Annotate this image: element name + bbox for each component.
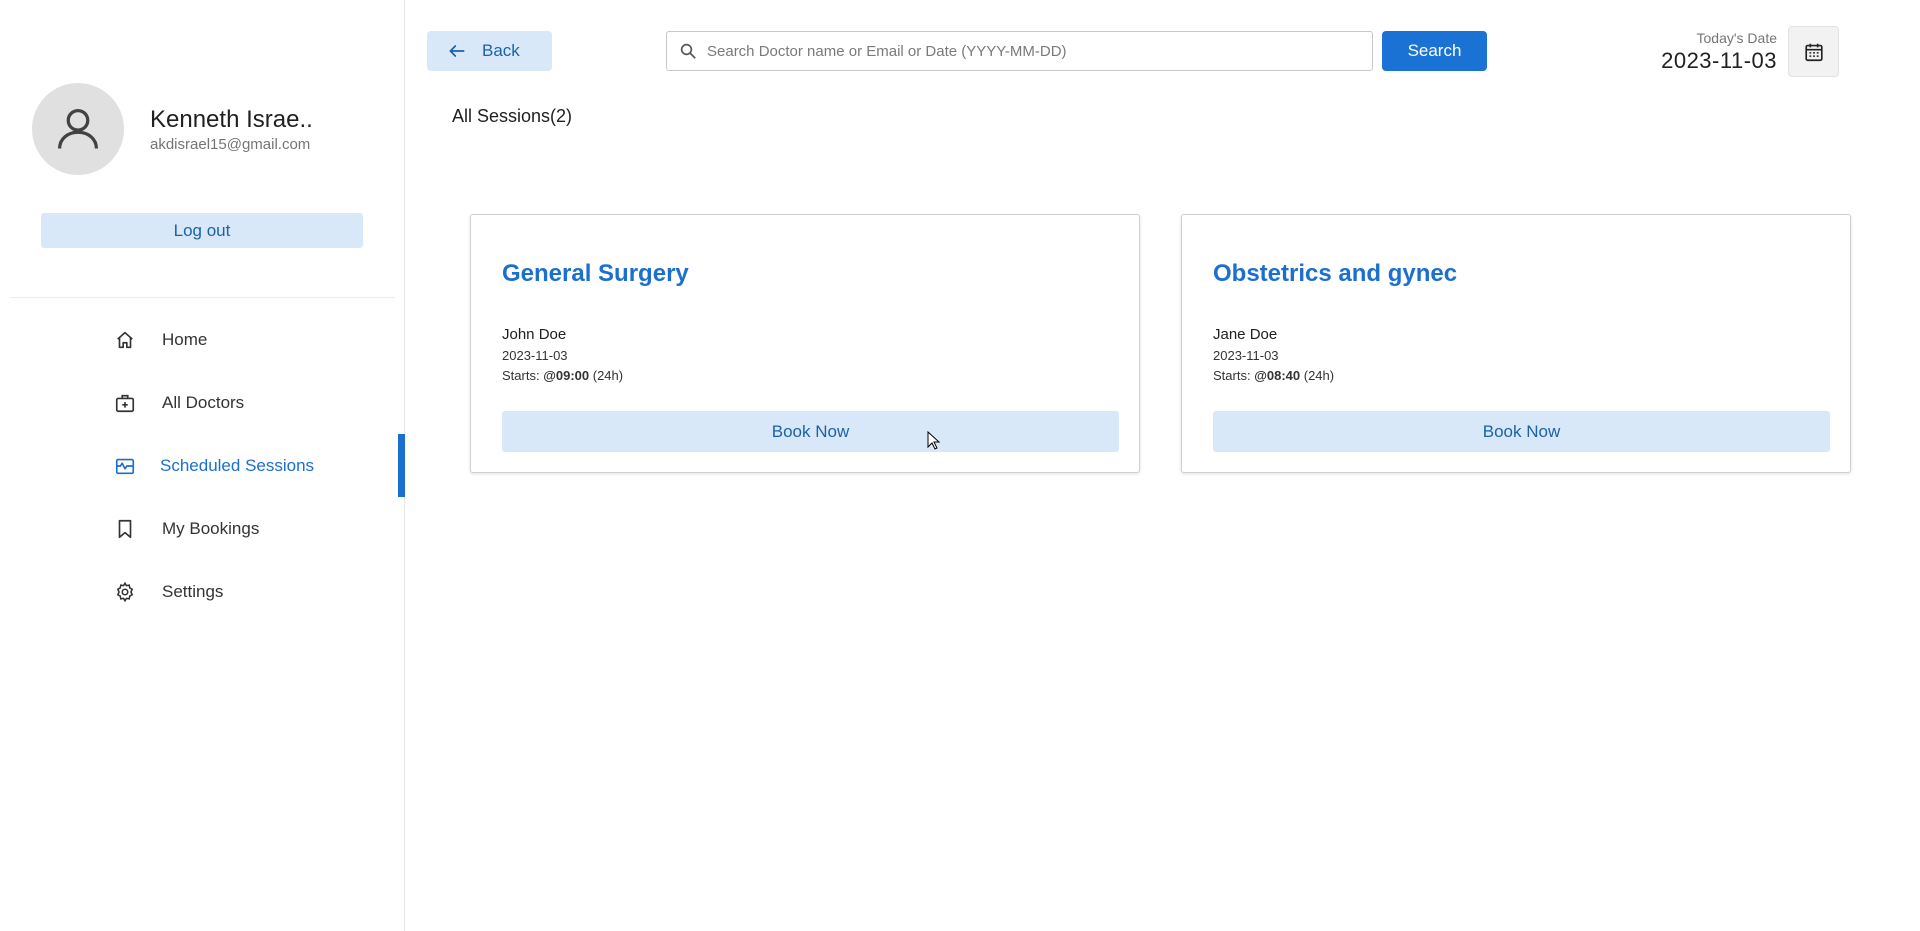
medical-bag-icon (113, 391, 137, 415)
book-now-button[interactable]: Book Now (502, 411, 1119, 452)
gear-icon (113, 580, 137, 604)
sidebar-divider (10, 297, 395, 298)
session-card: General Surgery John Doe 2023-11-03 Star… (470, 214, 1140, 473)
starts-prefix: Starts: (502, 368, 544, 383)
session-title: Obstetrics and gynec (1213, 260, 1458, 287)
sidebar-item-label: My Bookings (162, 518, 260, 538)
starts-time: @08:40 (1254, 368, 1301, 383)
session-date: 2023-11-03 (502, 348, 568, 363)
search-icon (680, 43, 696, 59)
starts-prefix: Starts: (1213, 368, 1255, 383)
sidebar-item-settings[interactable]: Settings (0, 560, 405, 623)
session-card: Obstetrics and gynec Jane Doe 2023-11-03… (1181, 214, 1851, 473)
user-profile: Kenneth Israe.. akdisrael15@gmail.com (32, 83, 313, 175)
home-icon (113, 328, 137, 352)
back-button-label: Back (482, 41, 520, 60)
session-doctor: John Doe (502, 326, 567, 343)
back-button[interactable]: Back (427, 31, 552, 71)
session-date: 2023-11-03 (1213, 348, 1279, 363)
session-start-time: Starts: @08:40 (24h) (1213, 368, 1334, 383)
search-button[interactable]: Search (1382, 31, 1487, 71)
starts-time: @09:00 (543, 368, 590, 383)
sidebar-item-home[interactable]: Home (0, 308, 405, 371)
todays-date: Today's Date 2023-11-03 (1661, 30, 1777, 74)
sidebar-item-scheduled-sessions[interactable]: Scheduled Sessions (0, 434, 405, 497)
starts-suffix: (24h) (589, 368, 624, 383)
schedule-icon (113, 454, 137, 478)
starts-suffix: (24h) (1300, 368, 1335, 383)
avatar (32, 83, 124, 175)
date-label: Today's Date (1696, 30, 1778, 46)
calendar-button[interactable] (1788, 26, 1839, 77)
session-doctor: Jane Doe (1213, 326, 1278, 343)
sidebar-item-label: Settings (162, 581, 224, 601)
user-icon (57, 108, 99, 149)
sidebar-item-all-doctors[interactable]: All Doctors (0, 371, 405, 434)
session-title: General Surgery (502, 260, 689, 287)
sidebar-item-label: Scheduled Sessions (160, 455, 315, 475)
search-input[interactable] (707, 42, 1347, 60)
sidebar: Kenneth Israe.. akdisrael15@gmail.com Lo… (0, 0, 405, 931)
book-now-button[interactable]: Book Now (1213, 411, 1830, 452)
bookmark-icon (113, 517, 137, 541)
sidebar-item-label: Home (162, 329, 208, 349)
profile-email: akdisrael15@gmail.com (150, 135, 311, 153)
sidebar-item-my-bookings[interactable]: My Bookings (0, 497, 405, 560)
calendar-icon (1804, 43, 1823, 61)
date-value: 2023-11-03 (1661, 48, 1777, 73)
sidebar-menu: Home All Doctors Scheduled Sessions My B… (0, 308, 405, 623)
mouse-cursor-icon (927, 431, 941, 450)
logout-button[interactable]: Log out (41, 213, 363, 248)
arrow-left-icon (449, 45, 465, 57)
profile-name: Kenneth Israe.. (150, 105, 313, 133)
session-start-time: Starts: @09:00 (24h) (502, 368, 623, 383)
sidebar-item-label: All Doctors (162, 392, 245, 412)
sessions-title: All Sessions(2) (452, 106, 573, 126)
search-box (666, 31, 1373, 71)
